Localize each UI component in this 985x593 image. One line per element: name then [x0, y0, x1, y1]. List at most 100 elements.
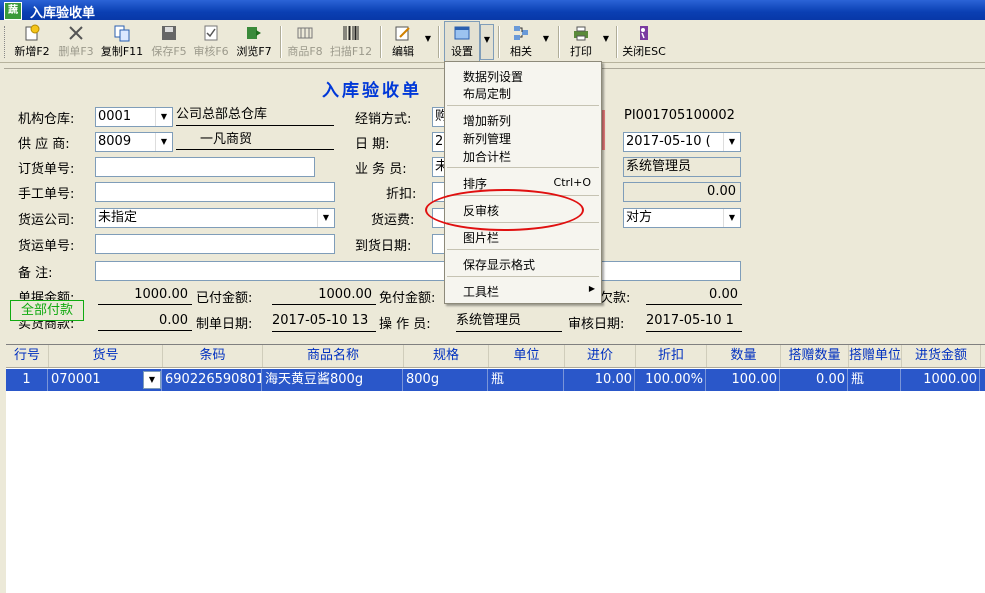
col-header-discount[interactable]: 折扣	[636, 345, 707, 367]
free-label: 免付金额:	[379, 291, 436, 306]
toolbar-separator	[438, 26, 440, 58]
cell-item-no[interactable]: 070001 ▼	[49, 369, 162, 391]
cell-barcode[interactable]: 6902265908013	[163, 369, 262, 391]
delete-button[interactable]: 删单F3	[56, 22, 96, 60]
org-code-select[interactable]: 0001 ▼	[95, 107, 173, 127]
cell-discount[interactable]: 100.00%	[636, 369, 706, 391]
chevron-down-icon[interactable]: ▼	[317, 209, 334, 227]
scan-label: 扫描F12	[329, 45, 373, 58]
supplier-code-select[interactable]: 8009 ▼	[95, 132, 173, 152]
settings-button[interactable]: 设置	[444, 21, 480, 63]
items-grid: 行号 货号 条码 商品名称 规格 单位 进价 折扣 数量 搭赠数量 搭赠单位 进…	[6, 344, 985, 593]
cell-price[interactable]: 10.00	[565, 369, 635, 391]
chevron-down-icon[interactable]: ▼	[155, 133, 172, 151]
doc-date-value: 2017-05-10 (	[626, 134, 711, 149]
doc-date-select[interactable]: 2017-05-10 ( ▼	[623, 132, 741, 152]
sort-shortcut: Ctrl+O	[553, 176, 591, 189]
settings-menu: 数据列设置 布局定制 增加新列 新列管理 加合计栏 排序 Ctrl+O 反审核 …	[444, 61, 602, 304]
paid-label: 已付金额:	[196, 291, 253, 306]
save-label: 保存F5	[151, 45, 187, 58]
cell-product-name[interactable]: 海天黄豆酱800g	[263, 369, 403, 391]
menu-item-picture-bar[interactable]: 图片栏	[463, 229, 499, 246]
print-dropdown-arrow[interactable]: ▼	[600, 24, 612, 58]
col-header-item-no[interactable]: 货号	[49, 345, 163, 367]
new-button[interactable]: 新增F2	[12, 22, 52, 60]
copy-icon	[114, 25, 130, 42]
col-header-spec[interactable]: 规格	[404, 345, 489, 367]
menu-item-add-column[interactable]: 增加新列	[463, 112, 511, 129]
menu-item-total-bar[interactable]: 加合计栏	[463, 148, 511, 165]
settings-dropdown-arrow[interactable]: ▼	[480, 24, 494, 60]
col-header-barcode[interactable]: 条码	[163, 345, 263, 367]
arrival-date-label: 到货日期:	[355, 239, 412, 254]
menu-item-toolbar[interactable]: 工具栏	[463, 283, 499, 300]
order-no-label: 订货单号:	[18, 162, 75, 177]
freight-no-input[interactable]	[95, 234, 335, 254]
cell-gift-unit[interactable]: 瓶	[849, 369, 901, 391]
toolbar-grip[interactable]	[4, 26, 8, 58]
col-header-qty[interactable]: 数量	[707, 345, 781, 367]
cell-row-no[interactable]: 1	[6, 369, 48, 391]
cell-spec[interactable]: 800g	[404, 369, 488, 391]
freight-no-label: 货运单号:	[18, 239, 75, 254]
discount-label: 折扣:	[386, 187, 417, 202]
chevron-down-icon[interactable]: ▼	[723, 133, 740, 151]
menu-item-col-settings[interactable]: 数据列设置	[463, 68, 523, 85]
new-label: 新增F2	[14, 45, 50, 58]
menu-item-layout[interactable]: 布局定制	[463, 85, 511, 102]
floppy-icon	[162, 26, 176, 40]
goods-button[interactable]: 商品F8	[286, 22, 324, 60]
chevron-down-icon[interactable]: ▼	[723, 209, 740, 227]
browse-button[interactable]: 浏览F7	[234, 22, 274, 60]
scan-button[interactable]: 扫描F12	[328, 22, 374, 60]
cell-unit[interactable]: 瓶	[489, 369, 564, 391]
operator-value: 系统管理员	[456, 312, 562, 332]
order-no-input[interactable]	[95, 157, 315, 177]
col-header-gift-unit[interactable]: 搭赠单位	[849, 345, 902, 367]
manual-no-input[interactable]	[95, 182, 335, 202]
window-title: 入库验收单	[30, 6, 96, 21]
manual-no-label: 手工单号:	[18, 187, 75, 202]
chevron-down-icon[interactable]: ▼	[155, 108, 172, 126]
audit-button[interactable]: 审核F6	[192, 22, 230, 60]
barcode-icon	[343, 26, 359, 40]
menu-item-column-manage[interactable]: 新列管理	[463, 130, 511, 147]
col-header-amount[interactable]: 进货金额	[902, 345, 981, 367]
cell-amount[interactable]: 1000.00	[902, 369, 980, 391]
toolbar-separator	[498, 26, 500, 58]
owe-label: 欠款:	[600, 291, 631, 306]
app-icon: 蔬	[4, 2, 22, 20]
new-doc-icon	[25, 24, 40, 41]
edit-button[interactable]: 编辑	[386, 22, 420, 60]
toolbar-separator	[616, 26, 618, 58]
annotation-highlight-oval	[425, 189, 584, 231]
related-button[interactable]: 相关	[504, 22, 538, 60]
settings-label: 设置	[451, 45, 473, 58]
cell-gift-qty[interactable]: 0.00	[781, 369, 848, 391]
remark-input[interactable]	[95, 261, 741, 281]
submenu-arrow-icon: ▶	[588, 284, 595, 293]
related-tree-icon	[514, 26, 528, 40]
close-label: 关闭ESC	[622, 45, 666, 58]
cell-qty[interactable]: 100.00	[707, 369, 780, 391]
close-button[interactable]: 关闭ESC	[622, 22, 666, 60]
related-dropdown-arrow[interactable]: ▼	[540, 24, 552, 58]
freight-company-select[interactable]: 未指定 ▼	[95, 208, 335, 228]
print-button[interactable]: 打印	[564, 22, 598, 60]
copy-button[interactable]: 复制F11	[100, 22, 144, 60]
col-header-gift-qty[interactable]: 搭赠数量	[781, 345, 849, 367]
edit-dropdown-arrow[interactable]: ▼	[422, 24, 434, 58]
menu-item-save-format[interactable]: 保存显示格式	[463, 256, 535, 273]
pay-all-button[interactable]: 全部付款	[10, 300, 84, 321]
chevron-down-icon[interactable]: ▼	[143, 371, 161, 389]
col-header-unit[interactable]: 单位	[489, 345, 565, 367]
actual-value: 0.00	[98, 312, 192, 331]
col-header-product-name[interactable]: 商品名称	[263, 345, 404, 367]
org-label: 机构仓库:	[18, 112, 75, 127]
table-row[interactable]: 1 070001 ▼ 6902265908013 海天黄豆酱800g 800g 瓶…	[6, 369, 985, 391]
col-header-row-no[interactable]: 行号	[6, 345, 49, 367]
save-button[interactable]: 保存F5	[150, 22, 188, 60]
payer-select[interactable]: 对方 ▼	[623, 208, 741, 228]
paid-value: 1000.00	[272, 286, 376, 305]
col-header-price[interactable]: 进价	[565, 345, 636, 367]
